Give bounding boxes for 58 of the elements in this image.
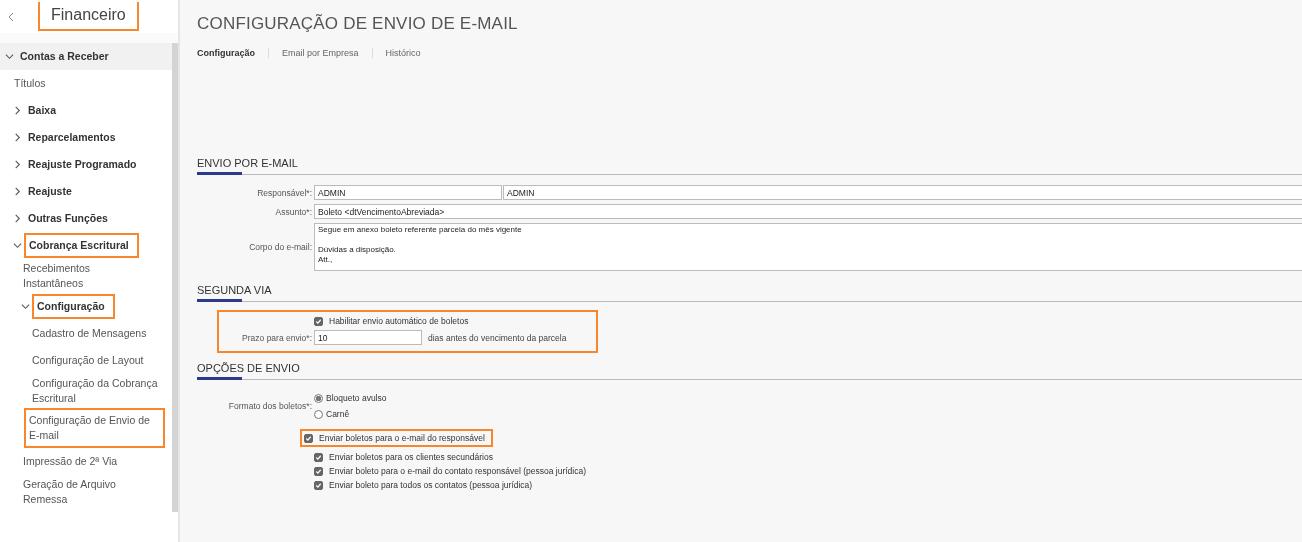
input-field[interactable]: ADMIN [503, 185, 1302, 200]
checkbox-label[interactable]: Enviar boletos para os clientes secundários [329, 452, 493, 462]
menu-item[interactable]: Recebimentos Instantâneos [19, 259, 153, 293]
field-label: Corpo do e-mail: [248, 242, 312, 252]
menu-item[interactable]: Geração de Arquivo Remessa [19, 475, 153, 509]
text-area[interactable]: Segue em anexo boleto referente parcela do mês vigente Dúvidas a disposição. Att., [314, 223, 1302, 271]
menu-item[interactable]: Cadastro de Mensagens [28, 324, 151, 343]
checkbox[interactable] [314, 316, 323, 326]
chevron-down-icon[interactable] [21, 302, 30, 311]
menu-item[interactable]: Títulos [10, 74, 50, 93]
field-label: Responsável*: [256, 187, 312, 198]
radio-label[interactable]: Carnê [326, 409, 350, 419]
menu-group[interactable]: Cobrança Escritural [24, 233, 139, 258]
chevron-right-icon[interactable] [13, 187, 22, 196]
chevron-down-icon[interactable] [13, 241, 22, 250]
menu-group[interactable]: Configuração [32, 294, 115, 319]
checkbox-label[interactable]: Enviar boleto para o e-mail do contato responsável (pessoa jurídica) [329, 466, 587, 476]
radio-label[interactable]: Bloqueto avulso [326, 393, 387, 403]
radio-button[interactable] [314, 409, 323, 419]
field-suffix: dias antes do vencimento da parcela [428, 332, 567, 343]
menu-group[interactable]: Outras Funções [24, 209, 112, 228]
chevron-right-icon[interactable] [13, 214, 22, 223]
chevron-right-icon[interactable] [13, 160, 22, 169]
menu-item[interactable]: Configuração de Layout [28, 351, 148, 370]
section-title: ENVIO POR E-MAIL [197, 157, 299, 171]
checkbox[interactable] [304, 433, 313, 443]
back-icon[interactable] [6, 10, 16, 23]
input-field[interactable]: 10 [314, 330, 422, 345]
chevron-right-icon[interactable] [13, 133, 22, 142]
field-label: Formato dos boletos*: [227, 401, 312, 411]
checkbox-label[interactable]: Enviar boleto para todos os contatos (pessoa jurídica) [329, 480, 533, 490]
input-field[interactable]: Boleto <dtVencimentoAbreviada> [314, 204, 1302, 219]
menu-item[interactable]: Configuração de Envio de E-mail [24, 408, 165, 448]
tab[interactable]: Configuração [197, 48, 268, 58]
section-title: SEGUNDA VIA [197, 284, 273, 298]
scrollbar[interactable] [172, 43, 178, 512]
chevron-down-icon[interactable] [5, 52, 14, 61]
menu-group[interactable]: Reajuste Programado [24, 155, 141, 174]
section-title: OPÇÕES DE ENVIO [197, 362, 301, 376]
chevron-right-icon[interactable] [13, 106, 22, 115]
checkbox[interactable] [314, 466, 323, 476]
menu-group[interactable]: Reparcelamentos [24, 128, 120, 147]
sidebar-title: Financeiro [38, 2, 139, 31]
tab[interactable]: Email por Empresa [268, 48, 372, 58]
tab[interactable]: Histórico [371, 48, 434, 58]
menu-item[interactable]: Configuração da Cobrança Escritural [28, 374, 162, 408]
checkbox[interactable] [314, 452, 323, 462]
checkbox-label[interactable]: Enviar boletos para o e-mail do responsável [319, 433, 485, 443]
menu-group[interactable]: Baixa [24, 101, 61, 120]
menu-group[interactable]: Reajuste [24, 182, 76, 201]
field-label: Assunto*: [274, 206, 312, 217]
input-field[interactable]: ADMIN [314, 185, 502, 200]
page-title: CONFIGURAÇÃO DE ENVIO DE E-MAIL [197, 14, 519, 34]
menu-item[interactable]: Impressão de 2ª Via [19, 452, 122, 471]
field-label: Prazo para envio*: [241, 332, 312, 343]
checkbox-label[interactable]: Habilitar envio automático de boletos [329, 316, 469, 326]
radio-button[interactable] [314, 393, 323, 403]
checkbox[interactable] [314, 480, 323, 490]
